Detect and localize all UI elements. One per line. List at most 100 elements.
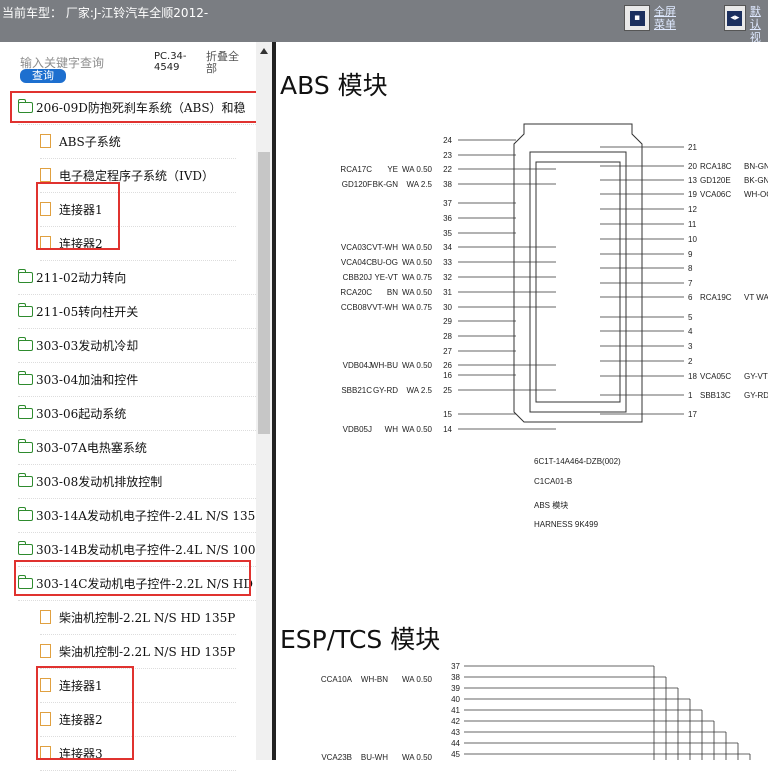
tree-item-doc[interactable]: 柴油机控制-2.2L N/S HD 135PS 1 — [40, 600, 236, 635]
pin-number-label: 13 — [688, 176, 697, 185]
document-icon — [40, 134, 51, 148]
tree-item-folder[interactable]: 303-07A电热塞系统 — [18, 430, 256, 465]
pin-number-label: 34 — [443, 243, 452, 252]
pin-number-label: 15 — [443, 410, 452, 419]
pin-number-label: 9 — [688, 250, 693, 259]
pin-number-label: 18 — [688, 372, 697, 381]
tree-item-label[interactable]: 柴油机控制-2.2L N/S HD 135PS 1 — [59, 609, 236, 626]
wire-color-label: WH-BN — [361, 675, 388, 684]
wire-size-label: WA 0.50 — [402, 361, 432, 370]
pin-number-label: 10 — [688, 235, 697, 244]
menu-label[interactable]: 菜单 — [654, 18, 676, 31]
pin-number-label: 37 — [443, 199, 452, 208]
pin-number-label: 31 — [443, 288, 452, 297]
pin-number-label: 11 — [688, 220, 697, 229]
wire-circuit-label: RCA18C — [700, 162, 732, 171]
pin-number-label: 5 — [688, 313, 693, 322]
wiring-diagram: RCA17C YE WA 0.50 22GD120F BK-GN WA 2.5 38VCA0… — [321, 123, 768, 760]
tree-item-doc[interactable]: ABS子系统 — [40, 124, 236, 159]
fullscreen-label[interactable]: 全屏 — [654, 5, 676, 18]
part-number: 6C1T-14A464-DZB(002) — [534, 457, 621, 466]
sidebar-scrollbar[interactable] — [256, 42, 272, 760]
tree-item-folder[interactable]: 303-14A发动机电子控件-2.4L N/S 135 — [18, 498, 256, 533]
document-icon — [40, 168, 51, 182]
tree-item-label[interactable]: 303-14B发动机电子控件-2.4L N/S 100 — [36, 541, 255, 558]
pin-number-label: 7 — [688, 279, 693, 288]
wire-circuit-label: VCA23B — [321, 753, 352, 760]
wire-circuit-label: GD120F — [342, 180, 372, 189]
wire-color-label: BN — [387, 288, 398, 297]
folder-icon — [18, 336, 33, 351]
wire-circuit-label: VDB04J — [343, 361, 372, 370]
connector-id: C1CA01-B — [534, 477, 572, 486]
tree-item-folder[interactable]: 303-06起动系统 — [18, 396, 256, 431]
pin-number-label: 44 — [451, 739, 460, 748]
tree-item-label[interactable]: 柴油机控制-2.2L N/S HD 135PS 2 — [59, 643, 236, 660]
wire-size-label: WA 0.50 — [402, 425, 432, 434]
wire-color-label: WH — [385, 425, 399, 434]
wire-color-label: WH-BU — [371, 361, 398, 370]
tree-item-label[interactable]: 电子稳定程序子系统（IVD） — [59, 167, 214, 184]
tree-item-folder[interactable]: 303-08发动机排放控制 — [18, 464, 256, 499]
sidebar: 输入关键字查询 查询 PC.34- 4549 折叠全部 206-09D防抱死刹车系… — [0, 42, 272, 771]
wire-color-label: BK-GN — [744, 176, 768, 185]
pin-number-label: 38 — [443, 180, 452, 189]
tree-item-label[interactable]: 303-06起动系统 — [36, 405, 126, 422]
wire-circuit-label: VCA04C — [341, 258, 372, 267]
pin-number-label: 3 — [688, 342, 693, 351]
tree-item-label[interactable]: 211-02动力转向 — [36, 269, 126, 286]
pin-number-label: 39 — [451, 684, 460, 693]
pin-number-label: 30 — [443, 303, 452, 312]
wire-color-label: YE-VT — [374, 273, 398, 282]
scroll-thumb[interactable] — [258, 152, 270, 434]
highlight-box — [36, 182, 120, 250]
tree-item-label[interactable]: 211-05转向柱开关 — [36, 303, 138, 320]
folder-icon — [18, 268, 33, 283]
tree-item-doc[interactable]: 柴油机控制-2.2L N/S HD 135PS 2 — [40, 634, 236, 669]
pc-code-line1: PC.34- — [154, 51, 187, 62]
tree-item-label[interactable]: 303-14A发动机电子控件-2.4L N/S 135 — [36, 507, 255, 524]
pin-number-label: 4 — [688, 327, 693, 336]
wire-color-label: VT WA — [744, 293, 768, 302]
scroll-up-icon[interactable] — [260, 48, 268, 54]
tree-item-folder[interactable]: 303-04加油和控件 — [18, 362, 256, 397]
pc-code: PC.34- 4549 — [154, 51, 187, 73]
default-label[interactable]: 默认 — [750, 5, 768, 31]
tree-item-label[interactable]: 303-03发动机冷却 — [36, 337, 138, 354]
pin-number-label: 21 — [688, 143, 697, 152]
wire-size-label: WA 2.5 — [407, 180, 433, 189]
wire-size-label: WA 2.5 — [407, 386, 433, 395]
document-icon — [40, 644, 51, 658]
collapse-all-button[interactable]: 折叠全部 — [206, 51, 239, 75]
pin-number-label: 45 — [451, 750, 460, 759]
wire-circuit-label: VCA06C — [700, 190, 731, 199]
tree-item-folder[interactable]: 211-02动力转向 — [18, 260, 256, 295]
wire-size-label: WA 0.50 — [402, 165, 432, 174]
fullscreen-menu-button[interactable]: ▪ 全屏 菜单 — [624, 5, 676, 31]
tree-item-label[interactable]: 303-07A电热塞系统 — [36, 439, 147, 456]
tree-item-folder[interactable]: 211-05转向柱开关 — [18, 294, 256, 329]
wire-size-label: WA 0.50 — [402, 675, 432, 684]
pin-number-label: 25 — [443, 386, 452, 395]
wire-color-label: BN-GN — [744, 162, 768, 171]
folder-icon — [18, 438, 33, 453]
tree-item-folder[interactable]: 303-03发动机冷却 — [18, 328, 256, 363]
wire-color-label: GY-RD — [373, 386, 398, 395]
fullscreen-icon: ▪ — [624, 5, 650, 31]
pin-number-label: 38 — [451, 673, 460, 682]
collapse-all-line2[interactable]: 部 — [206, 63, 239, 75]
pin-number-label: 24 — [443, 136, 452, 145]
folder-icon — [18, 506, 33, 521]
pin-number-label: 33 — [443, 258, 452, 267]
pin-number-label: 14 — [443, 425, 452, 434]
tree-item-label[interactable]: 303-08发动机排放控制 — [36, 473, 162, 490]
tree-item-label[interactable]: 303-04加油和控件 — [36, 371, 138, 388]
pin-number-label: 35 — [443, 229, 452, 238]
wire-circuit-label: VCA05C — [700, 372, 731, 381]
search-button[interactable]: 查询 — [20, 69, 66, 83]
pin-number-label: 12 — [688, 205, 697, 214]
highlight-box — [14, 560, 251, 596]
wire-color-label: VT-WH — [372, 243, 398, 252]
tree-item-label[interactable]: ABS子系统 — [59, 133, 121, 150]
wire-circuit-label: SBB13C — [700, 391, 731, 400]
